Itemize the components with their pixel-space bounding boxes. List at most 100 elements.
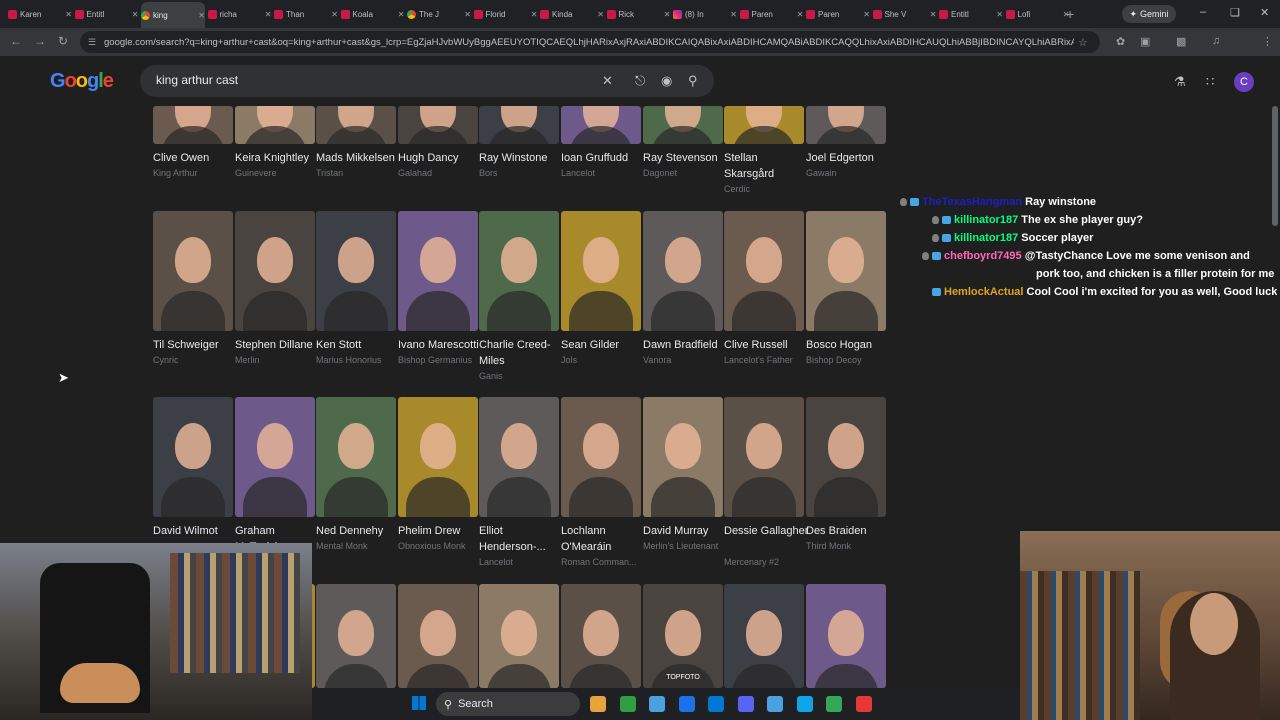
actor-photo[interactable] [153,211,233,331]
media-icon[interactable]: ♫ [1212,35,1220,47]
actor-name[interactable]: Phelim Drew [398,523,484,539]
new-tab-icon[interactable]: + [1066,6,1074,22]
actor-photo[interactable] [724,106,804,144]
close-tab-icon[interactable]: ✕ [797,10,804,19]
browser-tab[interactable]: Koala ✕ [340,4,405,24]
actor-name[interactable]: Ivano Marescotti [398,337,484,353]
actor-photo[interactable] [561,584,641,688]
google-logo[interactable]: Google [50,70,114,93]
browser-tab[interactable]: Entitl ✕ [939,4,1003,24]
search-box[interactable]: ✕ ⎋ ◉ ⚲ [140,65,714,97]
restore-icon[interactable]: ❏ [1230,6,1240,19]
actor-photo[interactable] [561,397,641,517]
taskbar-app-icon[interactable] [767,696,783,712]
close-tab-icon[interactable]: ✕ [132,10,139,19]
taskbar-app-icon[interactable] [737,696,754,712]
close-tab-icon[interactable]: ✕ [65,10,72,19]
extension-icon[interactable]: ✿ [1116,35,1125,48]
actor-name[interactable]: Til Schweiger [153,337,239,353]
cast-icon[interactable]: ▩ [1176,35,1186,48]
actor-photo[interactable] [398,397,478,517]
browser-tab[interactable]: Paren ✕ [739,4,804,24]
taskbar-app-icon[interactable] [826,696,842,712]
actor-photo[interactable] [479,106,559,144]
actor-photo[interactable] [479,397,559,517]
search-input[interactable] [154,72,588,88]
close-tab-icon[interactable]: ✕ [198,11,205,20]
actor-name[interactable]: Ioan Gruffudd [561,150,647,166]
actor-photo[interactable] [724,397,804,517]
taskbar-app-icon[interactable] [649,696,665,712]
windows-start-icon[interactable] [412,696,426,710]
taskbar-app-icon[interactable] [708,696,724,712]
actor-photo[interactable] [806,211,886,331]
url-text[interactable]: google.com/search?q=king+arthur+cast&oq=… [104,37,1074,48]
lens-icon[interactable]: ◉ [661,73,672,89]
clear-icon[interactable]: ✕ [602,73,613,89]
browser-tab[interactable]: Entitl ✕ [74,4,139,24]
bookmark-star-icon[interactable]: ☆ [1078,36,1088,49]
actor-name[interactable]: Stellan Skarsgård [724,150,810,182]
back-icon[interactable]: ← [10,34,22,48]
actor-photo[interactable] [724,584,804,688]
chat-username[interactable]: killinator187 [954,214,1018,226]
chat-username[interactable]: HemlockActual [944,286,1023,298]
browser-tab[interactable]: Paren ✕ [806,4,870,24]
actor-name[interactable]: Ray Winstone [479,150,565,166]
browser-tab[interactable]: Karen ✕ [8,4,72,24]
actor-photo[interactable] [316,106,396,144]
actor-name[interactable]: Clive Russell [724,337,810,353]
actor-photo[interactable] [561,211,641,331]
forward-icon[interactable]: → [34,34,46,48]
address-bar[interactable]: ☰ google.com/search?q=king+arthur+cast&o… [80,31,1100,53]
chat-username[interactable]: TheTexasHangman [922,196,1022,208]
actor-name[interactable]: Bosco Hogan [806,337,892,353]
puzzle-icon[interactable]: ▣ [1140,35,1150,48]
actor-photo[interactable] [316,397,396,517]
taskbar-app-icon[interactable] [619,696,636,712]
actor-photo[interactable] [235,397,315,517]
actor-photo[interactable] [806,397,886,517]
actor-name[interactable]: David Wilmot [153,523,239,539]
chat-username[interactable]: killinator187 [954,232,1018,244]
actor-name[interactable]: Joel Edgerton [806,150,892,166]
actor-name[interactable]: Dessie Gallagher [724,523,810,539]
site-info-icon[interactable]: ☰ [88,37,98,47]
close-tab-icon[interactable]: ✕ [863,10,870,19]
actor-name[interactable]: Stephen Dillane [235,337,321,353]
actor-name[interactable]: Ray Stevenson [643,150,729,166]
browser-tab[interactable]: Than ✕ [274,4,338,24]
close-window-icon[interactable]: ✕ [1260,6,1269,19]
actor-name[interactable]: Des Braiden [806,523,892,539]
reload-icon[interactable]: ↻ [58,34,68,48]
close-tab-icon[interactable]: ✕ [730,10,737,19]
actor-name[interactable]: Charlie Creed-Miles [479,337,565,369]
actor-photo[interactable] [561,106,641,144]
gemini-button[interactable]: ✦ Gemini [1122,5,1176,23]
actor-photo[interactable] [806,106,886,144]
close-tab-icon[interactable]: ✕ [531,10,538,19]
minimize-icon[interactable]: – [1200,6,1206,18]
close-tab-icon[interactable]: ✕ [331,10,338,19]
apps-grid-icon[interactable]: ∷ [1206,74,1214,90]
actor-photo[interactable] [643,211,723,331]
actor-photo[interactable] [235,106,315,144]
browser-tab[interactable]: richa ✕ [207,4,272,24]
actor-photo[interactable] [398,584,478,688]
browser-tab[interactable]: Rick ✕ [606,4,671,24]
actor-photo[interactable] [806,584,886,688]
actor-name[interactable]: Clive Owen [153,150,239,166]
chat-username[interactable]: chefboyrd7495 [944,250,1022,262]
actor-photo[interactable] [153,397,233,517]
account-avatar[interactable]: C [1234,72,1254,92]
actor-photo[interactable] [398,106,478,144]
actor-name[interactable]: Keira Knightley [235,150,321,166]
browser-tab[interactable]: She V ✕ [872,4,937,24]
close-tab-icon[interactable]: ✕ [265,10,272,19]
browser-tab[interactable]: Florid ✕ [473,4,538,24]
taskbar-app-icon[interactable] [678,696,695,712]
menu-kebab-icon[interactable]: ⋮ [1262,35,1273,48]
actor-photo[interactable] [643,397,723,517]
actor-name[interactable]: Mads Mikkelsen [316,150,402,166]
actor-name[interactable]: Sean Gilder [561,337,647,353]
